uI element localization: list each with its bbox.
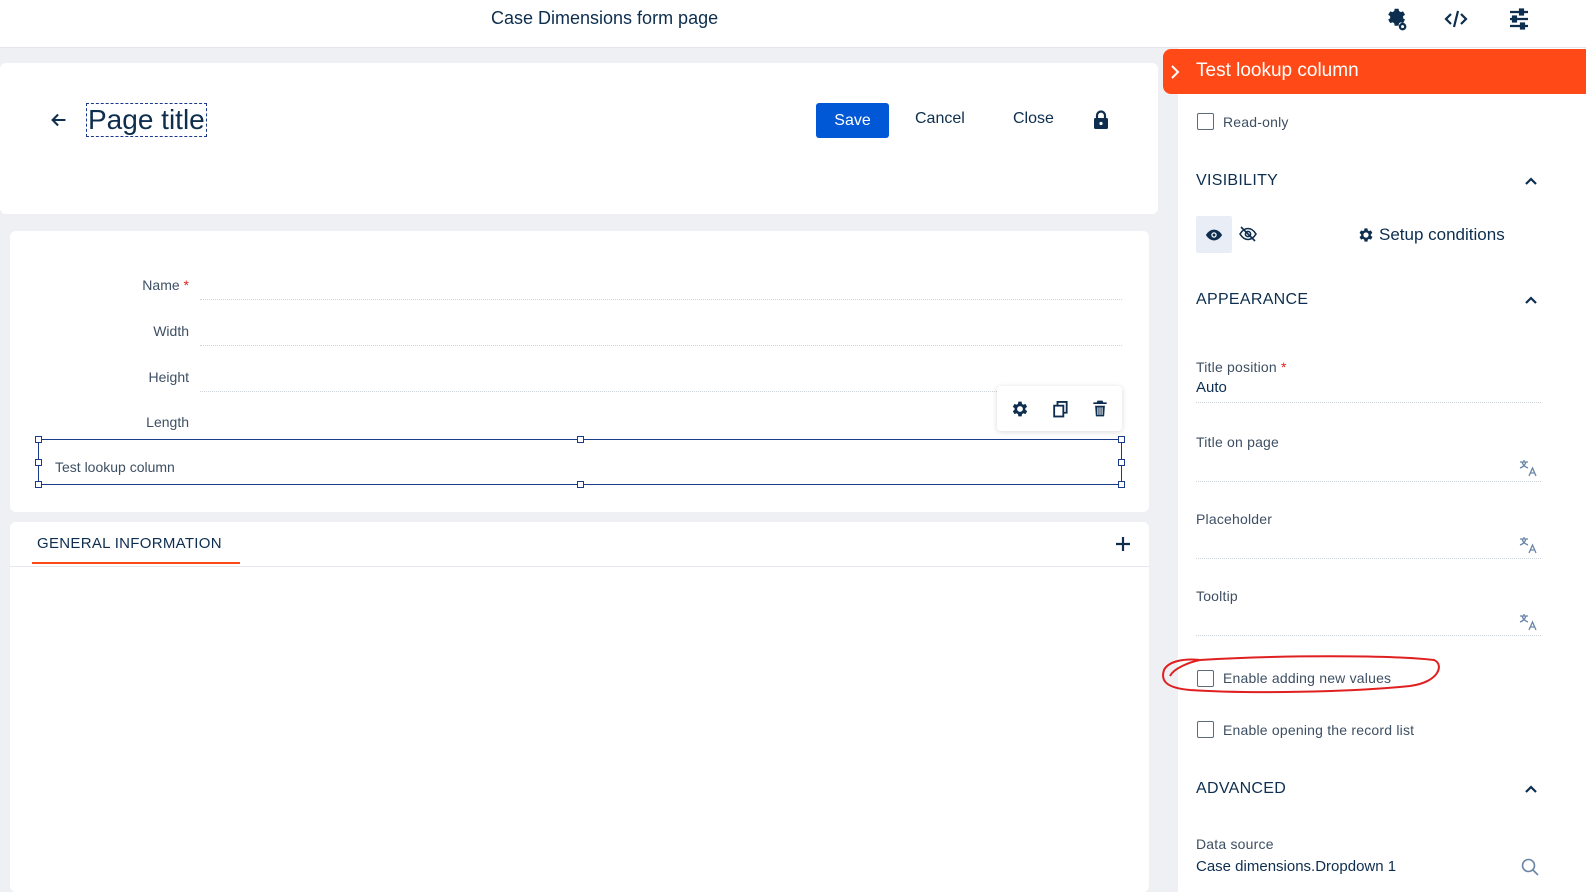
selected-field-test-lookup-column[interactable]: Test lookup column [38, 439, 1122, 485]
length-field-label: Length [146, 414, 189, 430]
resize-handle[interactable] [35, 481, 42, 488]
active-tab-indicator [32, 562, 240, 564]
cancel-button[interactable]: Cancel [915, 110, 965, 128]
readonly-label: Read-only [1223, 114, 1289, 130]
width-field-label: Width [153, 323, 189, 339]
resize-handle[interactable] [35, 436, 42, 443]
name-field-input[interactable] [200, 299, 1122, 300]
placeholder-label: Placeholder [1196, 511, 1273, 527]
chevron-right-icon[interactable] [1169, 64, 1181, 80]
visibility-section-title: VISIBILITY [1196, 172, 1279, 189]
translate-icon[interactable] [1518, 612, 1538, 632]
setup-conditions-label: Setup conditions [1379, 225, 1505, 244]
resize-handle[interactable] [1118, 459, 1125, 466]
resize-handle[interactable] [577, 481, 584, 488]
resize-handle[interactable] [35, 459, 42, 466]
translate-icon[interactable] [1518, 535, 1538, 555]
field-settings-gear-icon[interactable] [1010, 399, 1030, 419]
resize-handle[interactable] [1118, 436, 1125, 443]
title-position-select[interactable] [1196, 402, 1541, 403]
gear-icon [1359, 228, 1373, 242]
height-field-input[interactable] [200, 391, 997, 392]
tab-general-information[interactable]: GENERAL INFORMATION [37, 535, 222, 552]
tab-divider [10, 566, 1149, 567]
form-page-title: Case Dimensions form page [491, 8, 719, 28]
lock-icon[interactable] [1092, 110, 1110, 130]
add-tab-plus-icon[interactable] [1113, 534, 1133, 554]
appearance-section-title: APPEARANCE [1196, 291, 1309, 308]
eye-icon [1205, 229, 1223, 240]
name-field-label: Name * [142, 277, 189, 293]
back-arrow-icon[interactable] [48, 109, 70, 131]
advanced-section-title: ADVANCED [1196, 780, 1287, 797]
height-field-label: Height [148, 369, 189, 385]
hidden-eye-slash-icon[interactable] [1238, 224, 1260, 246]
data-source-label: Data source [1196, 836, 1274, 852]
title-on-page-input[interactable] [1196, 481, 1541, 482]
resize-handle[interactable] [1118, 481, 1125, 488]
save-button[interactable]: Save [816, 103, 889, 138]
duplicate-icon[interactable] [1050, 399, 1070, 419]
search-icon[interactable] [1520, 857, 1540, 877]
chevron-up-icon[interactable] [1523, 292, 1539, 308]
title-on-page-label: Title on page [1196, 434, 1280, 450]
page-title[interactable]: Page title [86, 103, 207, 137]
visible-eye-button[interactable] [1196, 216, 1232, 253]
required-asterisk: * [183, 277, 189, 293]
field-actions-toolbar [997, 386, 1122, 431]
required-asterisk: * [1280, 359, 1287, 375]
title-position-label: Title position * [1196, 359, 1287, 375]
chevron-up-icon[interactable] [1523, 781, 1539, 797]
setup-conditions-button[interactable]: Setup conditions [1357, 225, 1505, 245]
chevron-up-icon[interactable] [1523, 173, 1539, 189]
red-annotation-circle [1162, 655, 1440, 694]
enable-opening-record-list-checkbox[interactable] [1197, 721, 1214, 738]
readonly-checkbox[interactable] [1197, 113, 1214, 130]
sliders-icon[interactable] [1506, 6, 1532, 32]
code-icon[interactable] [1443, 6, 1469, 32]
translate-icon[interactable] [1518, 458, 1538, 478]
resize-handle[interactable] [577, 436, 584, 443]
settings-gear-icon[interactable] [1382, 6, 1408, 32]
tooltip-label: Tooltip [1196, 588, 1238, 604]
tabs-card [10, 522, 1149, 892]
panel-title: Test lookup column [1196, 60, 1359, 81]
data-source-value[interactable]: Case dimensions.Dropdown 1 [1196, 858, 1396, 875]
delete-trash-icon[interactable] [1090, 399, 1110, 419]
properties-panel-header: Test lookup column [1163, 49, 1586, 94]
title-position-value[interactable]: Auto [1196, 379, 1227, 396]
placeholder-input[interactable] [1196, 558, 1541, 559]
enable-opening-record-list-label: Enable opening the record list [1223, 722, 1415, 738]
width-field-input[interactable] [200, 345, 1122, 346]
top-bar: Case Dimensions form page [0, 0, 1586, 48]
test-lookup-column-label: Test lookup column [55, 459, 175, 475]
close-button[interactable]: Close [1013, 110, 1054, 128]
page-header-card [0, 63, 1158, 214]
tooltip-input[interactable] [1196, 635, 1541, 636]
